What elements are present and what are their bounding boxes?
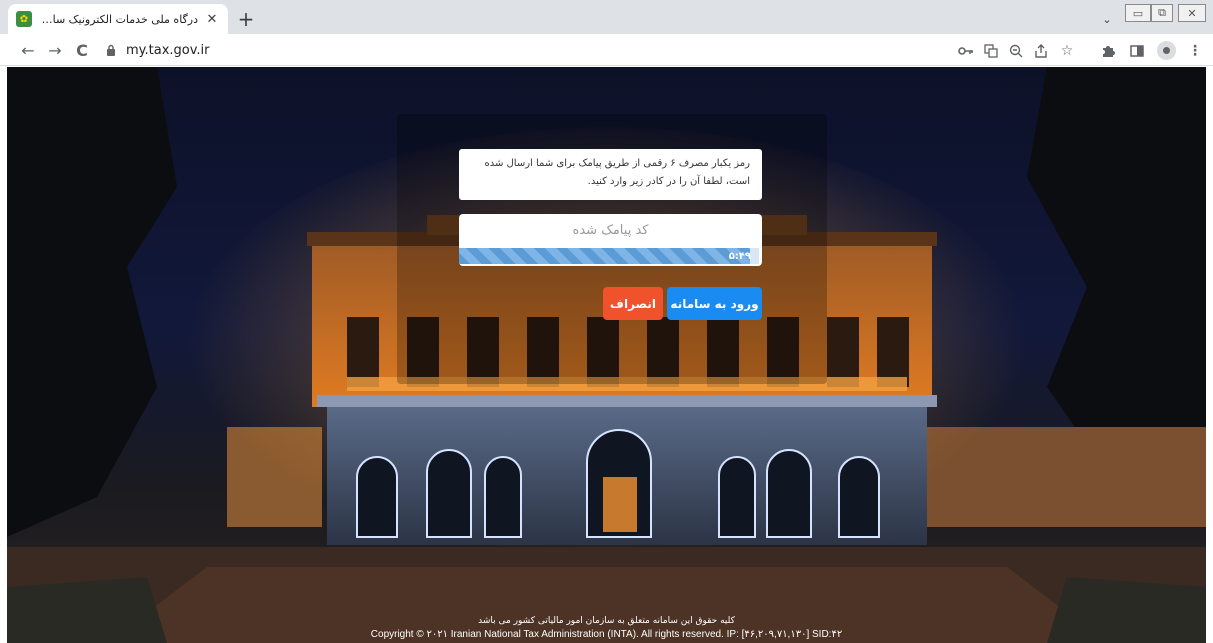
zoom-icon[interactable] [1007, 42, 1025, 60]
address-bar[interactable]: my.tax.gov.ir [104, 38, 974, 62]
side-panel-icon[interactable] [1128, 42, 1146, 60]
cancel-button[interactable]: انصراف [603, 287, 663, 320]
minimize-button[interactable]: ▭ [1125, 4, 1151, 22]
site-favicon-icon: ✿ [16, 11, 32, 27]
otp-timer-text: ۵:۴۹ [728, 250, 751, 262]
footer-rights-text: کلیه حقوق این سامانه متعلق به سازمان امو… [478, 616, 735, 626]
close-tab-icon[interactable]: ✕ [204, 11, 220, 27]
otp-info-message: رمز یکبار مصرف ۶ رقمی از طریق پیامک برای… [459, 149, 762, 200]
lock-icon[interactable] [104, 43, 118, 57]
reload-button[interactable]: C [72, 40, 92, 60]
share-icon[interactable] [1032, 42, 1050, 60]
otp-code-box: ۵:۴۹ [459, 214, 762, 266]
login-button[interactable]: ورود به سامانه [667, 287, 762, 320]
tab-search-chevron-icon[interactable]: ⌄ [1098, 10, 1116, 28]
tab-title: درگاه ملی خدمات الکترونیک سازمان امور ..… [32, 12, 198, 26]
new-tab-button[interactable]: + [234, 7, 258, 31]
extensions-icon[interactable] [1099, 42, 1117, 60]
key-icon[interactable] [957, 42, 975, 60]
menu-icon[interactable]: ⋮ [1186, 42, 1204, 60]
translate-icon[interactable] [982, 42, 1000, 60]
url-text: my.tax.gov.ir [126, 42, 210, 58]
star-icon[interactable]: ☆ [1058, 42, 1076, 60]
tab-strip: ✿ درگاه ملی خدمات الکترونیک سازمان امور … [0, 0, 1213, 34]
maximize-button[interactable]: ⧉ [1151, 4, 1173, 22]
browser-toolbar: ← → C my.tax.gov.ir ☆ ⋮ [0, 34, 1213, 66]
back-button[interactable]: ← [18, 40, 38, 60]
profile-icon[interactable] [1157, 41, 1176, 60]
page-viewport: رمز یکبار مصرف ۶ رقمی از طریق پیامک برای… [7, 67, 1206, 643]
otp-code-input[interactable] [459, 214, 762, 247]
browser-tab[interactable]: ✿ درگاه ملی خدمات الکترونیک سازمان امور … [8, 4, 228, 34]
footer-copyright-text: Copyright © ۲۰۲۱ Iranian National Tax Ad… [370, 629, 843, 640]
otp-timer-progress: ۵:۴۹ [459, 248, 759, 264]
forward-button[interactable]: → [45, 40, 65, 60]
close-window-button[interactable]: ✕ [1178, 4, 1206, 22]
otp-timer-fill [459, 248, 750, 264]
